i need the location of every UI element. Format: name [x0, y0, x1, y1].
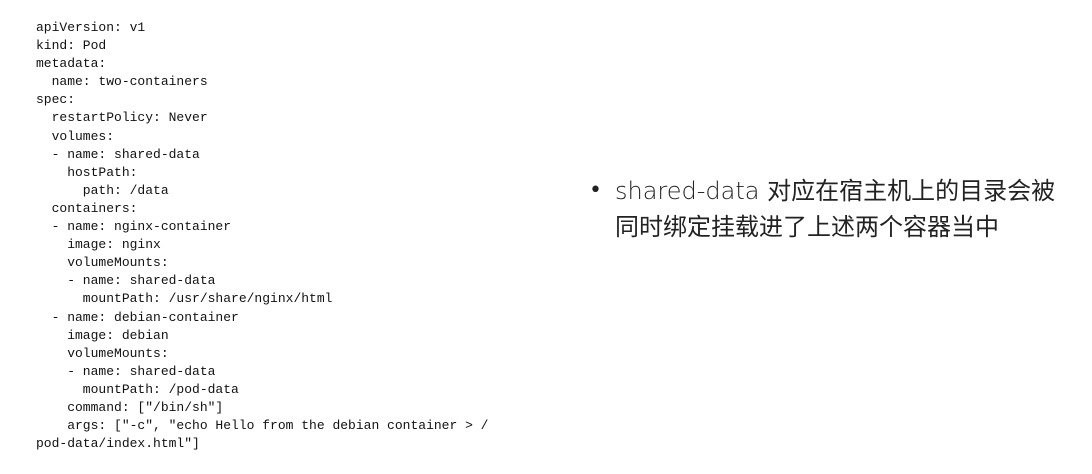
- code-line: - name: shared-data: [36, 363, 216, 379]
- code-line: mountPath: /usr/share/nginx/html: [36, 291, 333, 307]
- code-line: pod-data/index.html"]: [36, 436, 200, 452]
- code-line: image: debian: [36, 327, 169, 343]
- code-line: - name: shared-data: [36, 273, 216, 289]
- bullet-marker: •: [589, 178, 602, 203]
- code-line: hostPath:: [36, 164, 138, 180]
- code-line: mountPath: /pod-data: [36, 381, 239, 397]
- code-line: - name: debian-container: [36, 309, 239, 325]
- code-line: volumes:: [36, 128, 115, 144]
- bullet-item: • shared-data 对应在宿主机上的目录会被同时绑定挂载进了上述两个容器…: [589, 173, 1069, 245]
- code-line: name: two-containers: [36, 74, 208, 90]
- code-line: volumeMounts:: [36, 345, 169, 361]
- code-line: image: nginx: [36, 237, 161, 253]
- code-line: kind: Pod: [36, 38, 107, 54]
- bullet-list: • shared-data 对应在宿主机上的目录会被同时绑定挂载进了上述两个容器…: [589, 173, 1069, 245]
- code-line: volumeMounts:: [36, 255, 169, 271]
- code-line: containers:: [36, 200, 138, 216]
- code-line: path: /data: [36, 182, 169, 198]
- code-line: command: ["/bin/sh"]: [36, 399, 224, 415]
- code-line: restartPolicy: Never: [36, 110, 208, 126]
- code-line: metadata:: [36, 56, 107, 72]
- code-line: - name: nginx-container: [36, 219, 232, 235]
- yaml-code-block: apiVersion: v1 kind: Pod metadata: name: t…: [36, 19, 488, 453]
- code-line: args: ["-c", "echo Hello from the debian…: [36, 418, 489, 434]
- code-line: apiVersion: v1: [36, 20, 146, 35]
- code-line: spec:: [36, 92, 76, 108]
- bullet-text: shared-data 对应在宿主机上的目录会被同时绑定挂载进了上述两个容器当中: [615, 177, 1056, 241]
- code-line: - name: shared-data: [36, 146, 200, 162]
